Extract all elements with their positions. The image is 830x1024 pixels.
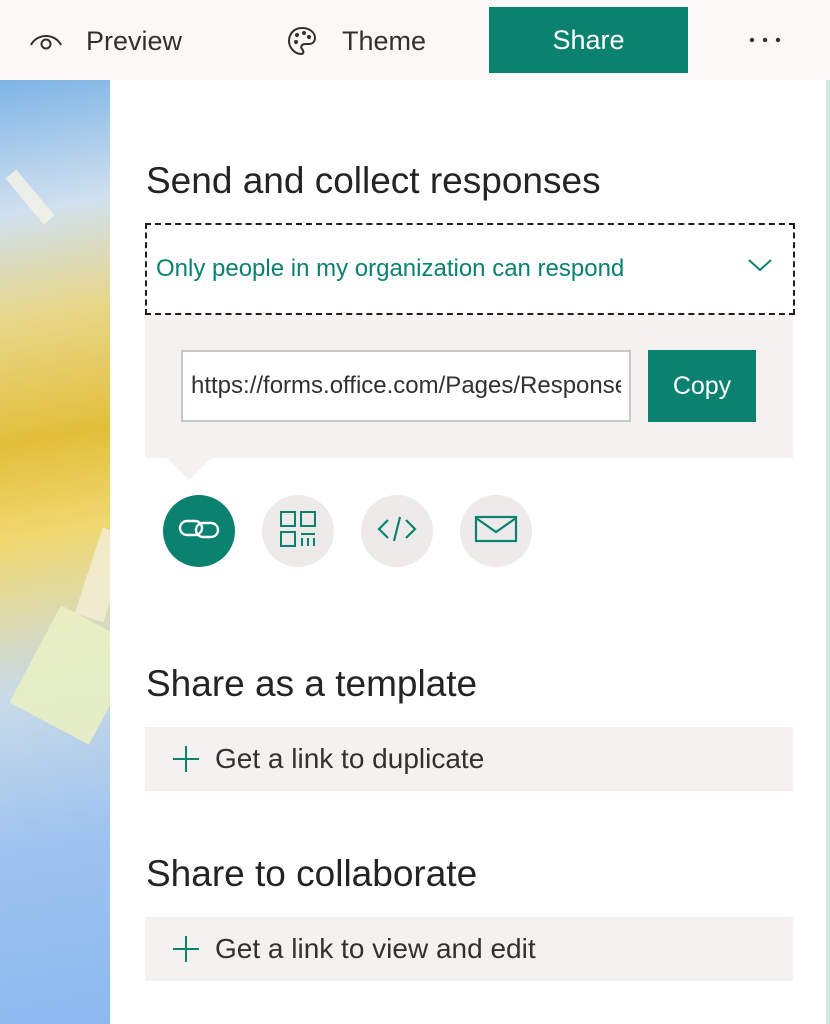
eye-icon [26,21,66,61]
collaborate-heading: Share to collaborate [146,853,478,894]
preview-label: Preview [86,25,183,56]
share-link-input[interactable] [181,350,631,422]
theme-button[interactable]: Theme [282,8,426,74]
share-link-option[interactable] [163,495,235,567]
panel-edge [826,80,830,1024]
top-toolbar: Preview Theme Share [0,0,830,80]
permission-dropdown[interactable]: Only people in my organization can respo… [145,223,795,315]
more-options-button[interactable] [740,18,790,62]
palette-icon [282,21,322,61]
email-icon [474,514,518,549]
email-option[interactable] [460,495,532,567]
selected-option-pointer [167,458,211,480]
theme-label: Theme [342,25,427,56]
form-background-image [0,80,110,1024]
share-button[interactable]: Share [489,7,688,73]
copy-button[interactable]: Copy [648,350,756,422]
link-icon [177,514,221,549]
preview-button[interactable]: Preview [26,8,182,74]
send-responses-heading: Send and collect responses [146,160,601,201]
duplicate-link-button[interactable]: Get a link to duplicate [145,727,793,791]
embed-code-icon [377,514,417,549]
link-container: Copy [145,315,793,458]
plus-icon [171,744,201,774]
chevron-down-icon [747,257,773,278]
ellipsis-icon [748,31,782,49]
qr-code-option[interactable] [262,495,334,567]
template-heading: Share as a template [146,663,478,704]
embed-option[interactable] [361,495,433,567]
qr-code-icon [279,510,317,553]
plus-icon [171,934,201,964]
view-edit-link-button[interactable]: Get a link to view and edit [145,917,793,981]
view-edit-link-label: Get a link to view and edit [215,933,536,964]
permission-selected-value: Only people in my organization can respo… [156,255,625,282]
share-panel: Send and collect responses Only people i… [110,80,826,1024]
duplicate-link-label: Get a link to duplicate [215,743,485,774]
